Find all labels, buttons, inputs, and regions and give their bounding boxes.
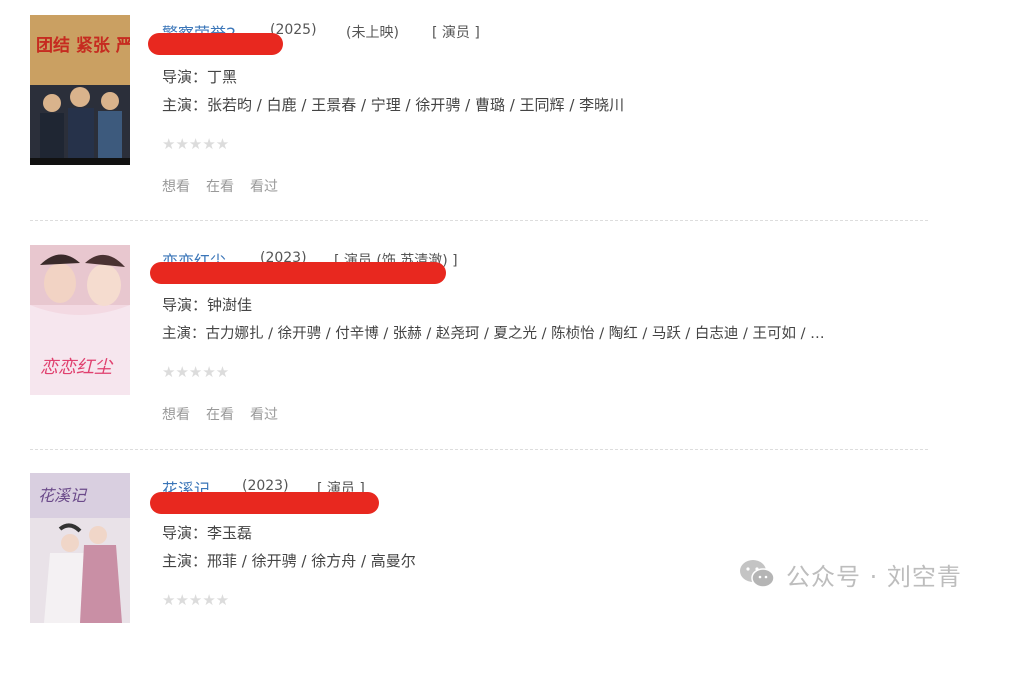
poster-title-text: 花溪记 (38, 486, 88, 505)
cast-line: 主演：邢菲 / 徐开骋 / 徐方舟 / 高曼尔 (162, 550, 416, 571)
rating-stars[interactable]: ★★★★★ (162, 591, 229, 609)
poster-title-text: 恋恋红尘 (40, 357, 114, 378)
redaction-mark (150, 262, 446, 284)
cast-line: 主演：张若昀 / 白鹿 / 王景春 / 宁理 / 徐开骋 / 曹璐 / 王同辉 … (162, 94, 624, 115)
movie-item: 恋恋红尘 恋恋红尘 (2023) [ 演员 (饰 苏清澈) ] 导演：钟澍佳 主… (0, 228, 1024, 453)
redaction-mark (150, 492, 379, 514)
item-divider (30, 449, 928, 450)
poster-romance-image: 恋恋红尘 (30, 245, 130, 395)
watched-link[interactable]: 看过 (250, 407, 278, 423)
cast-label: 主演： (162, 326, 206, 342)
watermark: 公众号 · 刘空青 (738, 556, 962, 592)
wechat-icon (740, 560, 775, 588)
action-links: 想看 在看 看过 (162, 404, 294, 424)
poster-costume-image: 花溪记 (30, 473, 130, 623)
cast-names[interactable]: 张若昀 / 白鹿 / 王景春 / 宁理 / 徐开骋 / 曹璐 / 王同辉 / 李… (207, 96, 624, 114)
director-name[interactable]: 钟澍佳 (207, 296, 252, 314)
watching-link[interactable]: 在看 (206, 179, 234, 195)
item-divider (30, 220, 928, 221)
cast-names[interactable]: 邢菲 / 徐开骋 / 徐方舟 / 高曼尔 (207, 552, 416, 570)
watched-link[interactable]: 看过 (250, 179, 278, 195)
action-links: 想看 在看 看过 (162, 176, 294, 196)
movie-poster[interactable]: 花溪记 (30, 473, 130, 623)
director-line: 导演：李玉磊 (162, 522, 252, 543)
movie-item: 团结 紧张 严肃 活泼 警察荣誉2 (2025) (未上映) [ 演员 ] 导演… (0, 0, 1024, 225)
movie-status: (未上映) (346, 25, 399, 41)
watching-link[interactable]: 在看 (206, 407, 234, 423)
redaction-mark (148, 33, 283, 55)
director-label: 导演： (162, 524, 208, 542)
rating-stars[interactable]: ★★★★★ (162, 363, 229, 381)
movie-role: [ 演员 ] (432, 25, 480, 41)
want-to-watch-link[interactable]: 想看 (162, 407, 190, 423)
cast-line: 主演：古力娜扎 / 徐开骋 / 付辛博 / 张赫 / 赵尧珂 / 夏之光 / 陈… (162, 322, 825, 343)
want-to-watch-link[interactable]: 想看 (162, 179, 190, 195)
poster-police-image: 团结 紧张 严肃 活泼 (30, 15, 130, 165)
cast-label: 主演： (162, 552, 208, 570)
cast-label: 主演： (162, 96, 208, 114)
director-name[interactable]: 李玉磊 (207, 524, 252, 542)
cast-names[interactable]: 古力娜扎 / 徐开骋 / 付辛博 / 张赫 / 赵尧珂 / 夏之光 / 陈桢怡 … (206, 326, 825, 342)
director-line: 导演：丁黑 (162, 66, 237, 87)
director-label: 导演： (162, 296, 208, 314)
director-label: 导演： (162, 68, 208, 86)
movie-poster[interactable]: 团结 紧张 严肃 活泼 (30, 15, 130, 165)
watermark-text: 公众号 · 刘空青 (786, 562, 962, 591)
poster-slogan: 团结 紧张 严肃 活泼 (36, 35, 130, 56)
movie-poster[interactable]: 恋恋红尘 (30, 245, 130, 395)
rating-stars[interactable]: ★★★★★ (162, 135, 229, 153)
director-name[interactable]: 丁黑 (207, 68, 237, 86)
director-line: 导演：钟澍佳 (162, 294, 252, 315)
